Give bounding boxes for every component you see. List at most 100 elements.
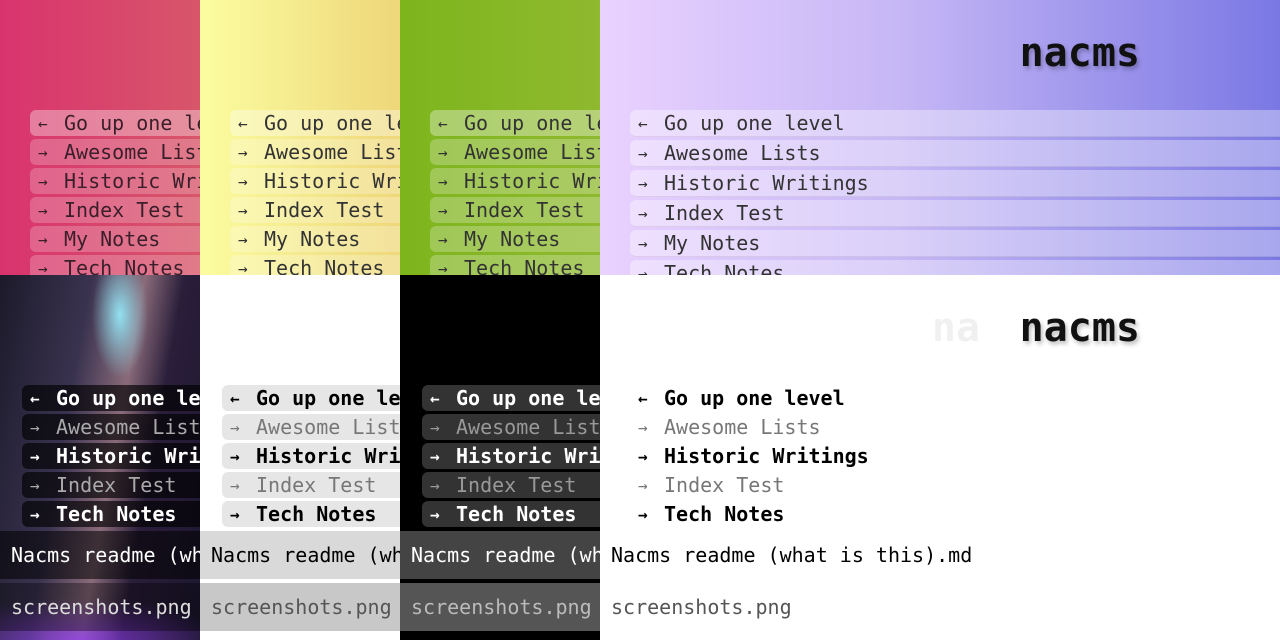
nav-item-label: Go up one level (664, 111, 845, 135)
nav-item-my-notes[interactable]: → My Notes (430, 226, 600, 252)
file-screenshots[interactable]: screenshots.png (200, 583, 400, 631)
nav-item-historic-writings[interactable]: → Historic Writings (30, 168, 200, 194)
arrow-right-icon: → (38, 229, 48, 249)
nav-list: ← Go up one level → Awesome Lists → Histori… (430, 110, 600, 275)
nav-item-awesome-lists[interactable]: → Awesome Lists (430, 139, 600, 165)
nav-item-tech-notes[interactable]: → Tech Notes (30, 255, 200, 275)
nav-item-label: Tech Notes (256, 502, 377, 526)
nav-item-tech-notes[interactable]: → Tech Notes (22, 501, 200, 527)
nav-item-historic-writings[interactable]: → Historic Writings (630, 443, 1280, 469)
nav-item-my-notes[interactable]: → My Notes (230, 226, 400, 252)
arrow-right-icon: → (638, 263, 648, 276)
nav-item-my-notes[interactable]: → My Notes (30, 226, 200, 252)
nav-item-label: Index Test (456, 473, 577, 497)
nav-item-label: Tech Notes (56, 502, 177, 526)
nav-item-label: My Notes (264, 227, 361, 251)
nav-item-label: Tech Notes (664, 502, 785, 526)
theme-preview-photo: ← Go up one level → Awesome Lists → Histori… (0, 275, 200, 640)
nav-item-index-test[interactable]: → Index Test (630, 472, 1280, 498)
site-title[interactable]: nacms (1020, 30, 1140, 76)
nav-item-up[interactable]: ← Go up one level (22, 385, 200, 411)
nav-item-historic-writings[interactable]: → Historic Writings (230, 168, 400, 194)
arrow-right-icon: → (230, 446, 240, 466)
arrow-right-icon: → (30, 475, 40, 495)
nav-item-label: Go up one level (464, 111, 600, 135)
nav-item-label: Index Test (256, 473, 377, 497)
nav-item-tech-notes[interactable]: → Tech Notes (230, 255, 400, 275)
nav-item-my-notes[interactable]: → My Notes (630, 230, 1280, 257)
nav-item-tech-notes[interactable]: → Tech Notes (430, 255, 600, 275)
nav-item-up[interactable]: ← Go up one level (30, 110, 200, 136)
nav-item-up[interactable]: ← Go up one level (230, 110, 400, 136)
arrow-right-icon: → (230, 417, 240, 437)
nav-item-label: Index Test (664, 201, 785, 225)
nav-item-index-test[interactable]: → Index Test (30, 197, 200, 223)
file-readme[interactable]: Nacms readme (what is this).md (0, 531, 200, 579)
arrow-left-icon: ← (438, 113, 448, 133)
arrow-right-icon: → (438, 142, 448, 162)
file-screenshots[interactable]: screenshots.png (400, 583, 600, 631)
site-title[interactable]: nacms (1020, 305, 1140, 351)
nav-item-label: Go up one level (256, 386, 400, 410)
nav-list: ← Go up one level → Awesome Lists → Histori… (422, 385, 600, 530)
nav-item-awesome-lists[interactable]: → Awesome Lists (422, 414, 600, 440)
nav-item-label: Awesome Lists (464, 140, 600, 164)
arrow-left-icon: ← (430, 388, 440, 408)
arrow-left-icon: ← (638, 388, 648, 408)
arrow-right-icon: → (638, 233, 648, 253)
nav-item-up[interactable]: ← Go up one level (630, 110, 1280, 137)
arrow-right-icon: → (438, 229, 448, 249)
nav-item-awesome-lists[interactable]: → Awesome Lists (630, 140, 1280, 167)
nav-item-awesome-lists[interactable]: → Awesome Lists (30, 139, 200, 165)
arrow-right-icon: → (430, 446, 440, 466)
nav-item-historic-writings[interactable]: → Historic Writings (430, 168, 600, 194)
nav-item-index-test[interactable]: → Index Test (230, 197, 400, 223)
nav-item-label: Historic Writings (64, 169, 200, 193)
nav-item-awesome-lists[interactable]: → Awesome Lists (230, 139, 400, 165)
arrow-right-icon: → (38, 171, 48, 191)
nav-item-up[interactable]: ← Go up one level (422, 385, 600, 411)
nav-item-tech-notes[interactable]: → Tech Notes (422, 501, 600, 527)
nav-item-label: Tech Notes (464, 256, 585, 275)
arrow-right-icon: → (638, 475, 648, 495)
arrow-right-icon: → (38, 258, 48, 276)
nav-item-index-test[interactable]: → Index Test (430, 197, 600, 223)
nav-item-historic-writings[interactable]: → Historic Writings (630, 170, 1280, 197)
nav-item-awesome-lists[interactable]: → Awesome Lists (222, 414, 400, 440)
nav-item-label: Awesome Lists (664, 141, 821, 165)
ghost-title: na (931, 305, 980, 351)
file-readme[interactable]: Nacms readme (what is this).md (600, 531, 1280, 579)
nav-item-label: Go up one level (56, 386, 200, 410)
file-screenshots[interactable]: screenshots.png (600, 583, 1280, 631)
nav-item-index-test[interactable]: → Index Test (222, 472, 400, 498)
file-readme[interactable]: Nacms readme (what is this).md (400, 531, 600, 579)
nav-list: ← Go up one level → Awesome Lists → Histori… (30, 110, 200, 275)
nav-item-historic-writings[interactable]: → Historic Writings (222, 443, 400, 469)
nav-item-up[interactable]: ← Go up one level (222, 385, 400, 411)
nav-item-index-test[interactable]: → Index Test (22, 472, 200, 498)
nav-item-historic-writings[interactable]: → Historic Writings (422, 443, 600, 469)
nav-item-up[interactable]: ← Go up one level (630, 385, 1280, 411)
arrow-right-icon: → (30, 417, 40, 437)
nav-item-historic-writings[interactable]: → Historic Writings (22, 443, 200, 469)
arrow-right-icon: → (30, 446, 40, 466)
nav-item-label: Awesome Lists (256, 415, 400, 439)
nav-item-index-test[interactable]: → Index Test (422, 472, 600, 498)
nav-item-index-test[interactable]: → Index Test (630, 200, 1280, 227)
arrow-right-icon: → (238, 258, 248, 276)
file-readme[interactable]: Nacms readme (what is this).md (200, 531, 400, 579)
nav-item-label: My Notes (664, 231, 761, 255)
file-screenshots[interactable]: screenshots.png (0, 583, 200, 631)
nav-item-label: Index Test (56, 473, 177, 497)
nav-item-tech-notes[interactable]: → Tech Notes (630, 260, 1280, 275)
nav-item-up[interactable]: ← Go up one level (430, 110, 600, 136)
nav-item-tech-notes[interactable]: → Tech Notes (222, 501, 400, 527)
arrow-right-icon: → (438, 258, 448, 276)
arrow-right-icon: → (638, 173, 648, 193)
nav-list: ← Go up one level → Awesome Lists → Histori… (630, 385, 1280, 530)
nav-item-label: Tech Notes (64, 256, 185, 275)
nav-item-label: Index Test (264, 198, 385, 222)
nav-item-awesome-lists[interactable]: → Awesome Lists (22, 414, 200, 440)
nav-item-tech-notes[interactable]: → Tech Notes (630, 501, 1280, 527)
nav-item-awesome-lists[interactable]: → Awesome Lists (630, 414, 1280, 440)
